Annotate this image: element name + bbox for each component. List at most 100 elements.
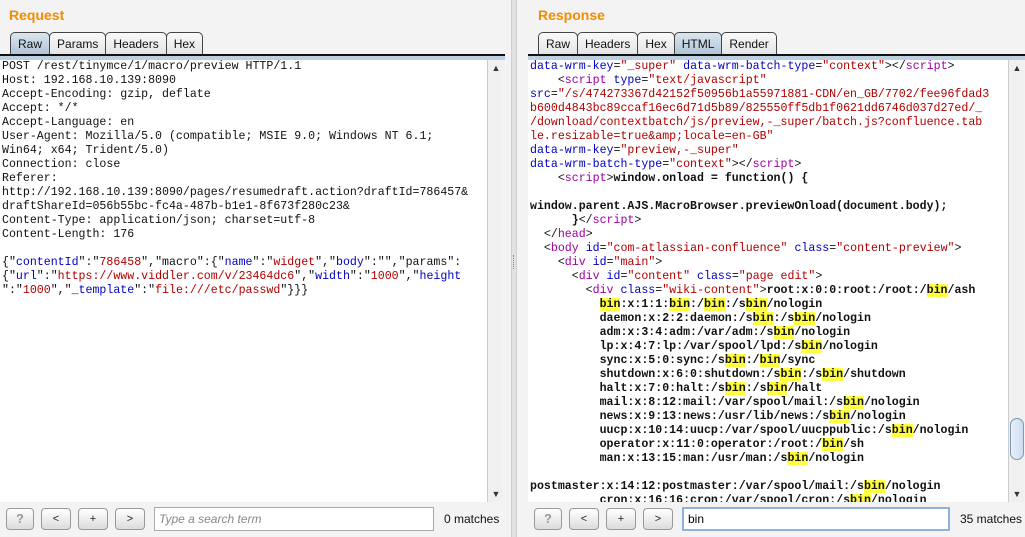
scroll-up-icon[interactable]: ▲ [489,61,503,75]
tab-headers[interactable]: Headers [105,32,167,55]
divider-grip-icon[interactable] [513,255,516,269]
code-token: head [557,228,586,241]
code-token: div [564,256,586,269]
code-token: news:x:9:13:news:/usr/lib/news:/sbin/nol… [599,410,906,423]
scrollbar-thumb[interactable] [1010,418,1024,460]
tab-render[interactable]: Render [721,32,777,55]
next-match-button[interactable]: > [643,508,673,530]
code-line: draftShareId=056b55bc-fc4a-487b-b1e1-8f6… [0,200,487,214]
code-token: = [606,256,614,269]
code-token: Accept-Encoding: gzip, deflate [2,88,211,101]
code-token: /download/contextbatch/js/preview,-_supe… [530,116,983,129]
request-scrollbar[interactable]: ▲ ▼ [487,60,503,502]
code-token: 786458 [99,256,142,269]
code-token: < [530,74,565,87]
code-line: <div id="content" class="page edit"> [528,270,1008,284]
code-line: window.parent.AJS.MacroBrowser.previewOn… [528,200,1008,214]
code-line: operator:x:11:0:operator:/root:/bin/sh [528,438,1008,452]
search-highlight: bin [724,382,746,395]
code-line: sync:x:5:0:sync:/sbin:/bin/sync [528,354,1008,368]
previous-match-button[interactable]: < [41,508,71,530]
code-line: Connection: close [0,158,487,172]
code-line: adm:x:3:4:adm:/var/adm:/sbin/nologin [528,326,1008,340]
code-token: "text/javascript" [648,74,767,87]
code-token: id [585,242,600,255]
scroll-down-icon[interactable]: ▼ [489,487,503,501]
code-token: widget [273,256,316,269]
code-token: id [606,270,621,283]
code-token: window.parent.AJS.MacroBrowser.previewOn… [530,200,948,213]
tab-hex[interactable]: Hex [637,32,675,55]
code-token: "context" [822,60,885,73]
code-token: 1000 [22,284,51,297]
request-editor[interactable]: POST /rest/tinymce/1/macro/preview HTTP/… [0,60,487,502]
code-token: class [794,242,830,255]
code-token: width [315,270,350,283]
tab-params[interactable]: Params [49,32,107,55]
tab-html[interactable]: HTML [673,32,723,55]
code-token: "," [315,256,337,269]
search-highlight: bin [669,298,691,311]
tab-hex[interactable]: Hex [165,32,204,55]
code-token: > [655,256,663,269]
code-line: cron:x:16:16:cron:/var/spool/cron:/sbin/… [528,494,1008,502]
code-line: lp:x:4:7:lp:/var/spool/lpd:/sbin/nologin [528,340,1008,354]
code-line: POST /rest/tinymce/1/macro/preview HTTP/… [0,60,487,74]
help-button[interactable]: ? [6,508,34,530]
code-token: Referer: [2,172,58,185]
request-title: Request [9,7,65,23]
search-highlight: bin [801,340,823,353]
code-token: window.onload = function() { [613,172,809,185]
response-editor[interactable]: data-wrm-key = "_super" data-wrm-batch-typ… [528,60,1008,502]
code-line: Accept-Encoding: gzip, deflate [0,88,487,102]
code-line: /download/contextbatch/js/preview,-_supe… [528,116,1008,130]
search-highlight: bin [794,312,816,325]
code-line: mail:x:8:12:mail:/var/spool/mail:/sbin/n… [528,396,1008,410]
code-line: Accept-Language: en [0,116,487,130]
code-token: < [530,270,579,283]
code-token: < [530,256,565,269]
response-search-input[interactable] [682,507,950,531]
add-button[interactable]: + [78,508,108,530]
code-token: > [634,214,642,227]
code-token: ":"","params": [363,256,462,269]
code-token: class [697,270,732,283]
search-highlight: bin [822,368,844,381]
search-highlight: bin [822,438,844,451]
code-line: man:x:13:15:man:/usr/man:/sbin/nologin [528,452,1008,466]
code-token: = [550,88,558,101]
previous-match-button[interactable]: < [569,508,599,530]
tab-raw[interactable]: Raw [538,32,579,55]
code-line: Content-Length: 176 [0,228,487,242]
scroll-down-icon[interactable]: ▼ [1010,487,1024,501]
code-line: postmaster:x:14:12:postmaster:/var/spool… [528,480,1008,494]
next-match-button[interactable]: > [115,508,145,530]
add-button[interactable]: + [606,508,636,530]
tab-headers[interactable]: Headers [577,32,639,55]
request-search-input[interactable] [154,507,434,531]
code-token: url [15,270,37,283]
code-token: cron:x:16:16:cron:/var/spool/cron:/sbin/… [600,494,927,502]
code-line: src="/s/474273367d42152f50956b1a55971881… [528,88,1008,102]
response-scrollbar[interactable]: ▲ ▼ [1008,60,1024,502]
code-token: id [592,256,607,269]
code-token: data-wrm-key [530,60,614,73]
scroll-up-icon[interactable]: ▲ [1010,61,1024,75]
code-line: {"contentId":"786458","macro":{"name":"w… [0,256,487,270]
code-token: lp:x:4:7:lp:/var/spool/lpd:/sbin/nologin [599,340,878,353]
code-token: ></ [884,60,906,73]
help-button[interactable]: ? [534,508,562,530]
code-token: Win64; x64; Trident/5.0) [2,144,169,157]
code-token: halt:x:7:0:halt:/sbin:/sbin/halt [599,382,823,395]
code-token: div [592,284,614,297]
code-token: > [585,228,593,241]
tab-raw[interactable]: Raw [10,32,51,55]
code-token: type [613,74,642,87]
code-line: Referer: [0,172,487,186]
